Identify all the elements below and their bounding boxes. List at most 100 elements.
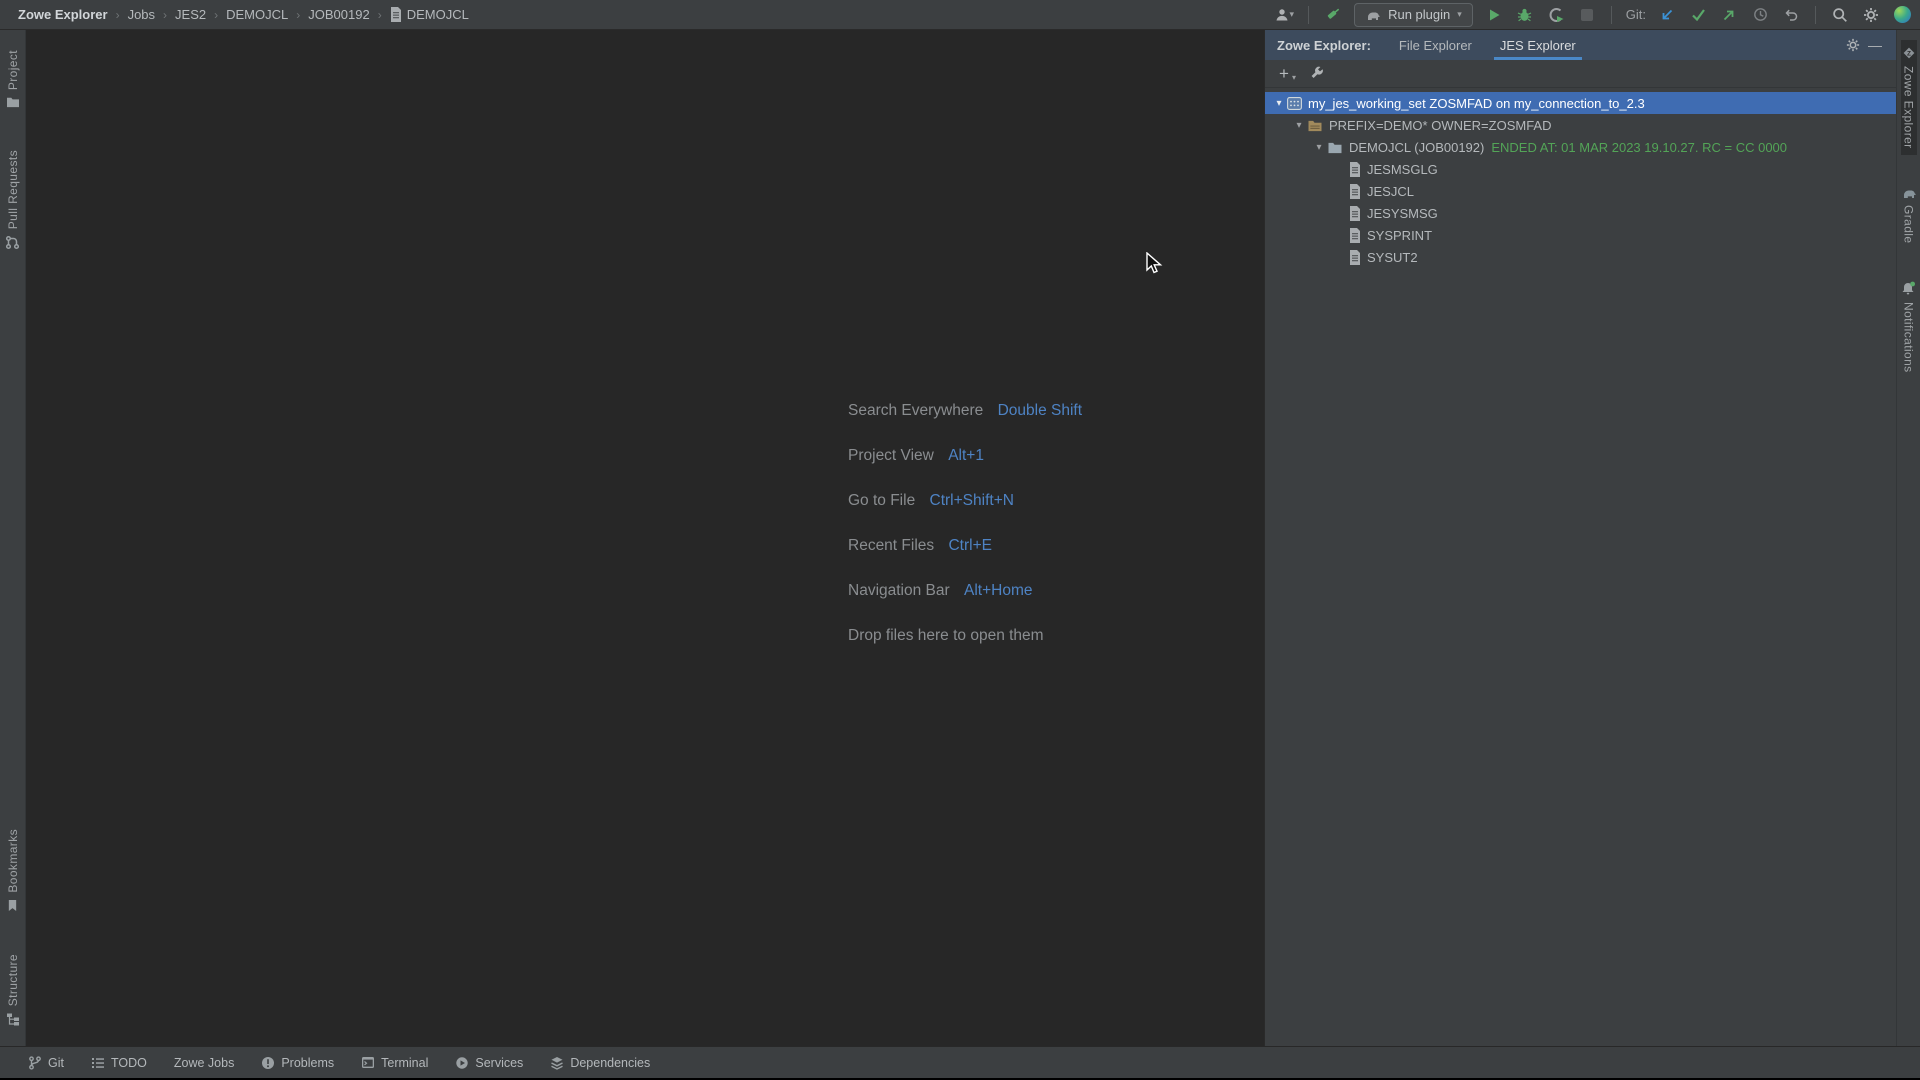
gradient-sphere-icon[interactable]	[1892, 3, 1912, 27]
breadcrumb-item-jobs[interactable]: Jobs	[128, 7, 155, 22]
git-commit-button[interactable]	[1688, 3, 1708, 27]
git-push-button[interactable]	[1719, 3, 1739, 27]
sidebar-item-bookmarks[interactable]: Bookmarks	[6, 823, 20, 918]
run-button[interactable]	[1484, 3, 1504, 27]
hint-label: Project View	[848, 447, 934, 464]
hint-go-to-file: Go to File Ctrl+Shift+N	[848, 492, 1082, 510]
tool-window-options-gear-icon[interactable]	[1842, 34, 1864, 56]
spool-file-label: JESMSGLG	[1367, 162, 1438, 177]
tree-row-spool-sysprint[interactable]: SYSPRINT	[1265, 224, 1896, 246]
statusbar-item-terminal[interactable]: Terminal	[361, 1056, 428, 1070]
history-clock-icon[interactable]	[1750, 3, 1770, 27]
statusbar-label: Git	[48, 1056, 64, 1070]
toolbar-actions: ▾ Run plugin ▾ Git:	[1274, 3, 1920, 27]
notifications-bell-icon	[1901, 281, 1916, 296]
statusbar-item-zowe-jobs[interactable]: Zowe Jobs	[174, 1056, 234, 1070]
breadcrumb-item-jes2[interactable]: JES2	[175, 7, 206, 22]
spool-file-icon	[1349, 206, 1361, 221]
hint-shortcut: Ctrl+Shift+N	[930, 492, 1014, 509]
statusbar-item-problems[interactable]: Problems	[261, 1056, 334, 1070]
left-stripe-bottom-group: Bookmarks Structure	[6, 809, 20, 1046]
tool-window-title: Zowe Explorer:	[1277, 38, 1371, 53]
jes-explorer-tree: ▾ my_jes_working_set ZOSMFAD on my_conne…	[1265, 88, 1896, 1046]
right-stripe-top-group: Z Zowe Explorer Gradle Notifications	[1901, 30, 1917, 393]
breadcrumb-separator: ›	[116, 8, 120, 22]
left-tool-window-stripe: Project Pull Requests Bookmarks Structur…	[0, 30, 26, 1046]
statusbar-label: TODO	[111, 1056, 147, 1070]
sidebar-item-gradle[interactable]: Gradle	[1901, 181, 1917, 249]
run-with-coverage-button[interactable]	[1546, 3, 1566, 27]
spool-file-icon	[1349, 228, 1361, 243]
settings-gear-icon[interactable]	[1861, 3, 1881, 27]
breadcrumb-item-zowe-explorer[interactable]: Zowe Explorer	[18, 7, 108, 22]
run-configuration-selector[interactable]: Run plugin ▾	[1354, 3, 1473, 27]
breadcrumb-separator: ›	[378, 8, 382, 22]
statusbar-item-todo[interactable]: TODO	[91, 1056, 147, 1070]
chevron-down-icon: ▾	[1290, 9, 1295, 20]
sidebar-item-pull-requests[interactable]: Pull Requests	[5, 144, 20, 256]
svg-text:Z: Z	[1907, 50, 1911, 57]
notifications-tab-label: Notifications	[1902, 302, 1916, 373]
tree-row-spool-jesysmsg[interactable]: JESYSMSG	[1265, 202, 1896, 224]
job-status-badge: ENDED AT: 01 MAR 2023 19.10.27. RC = CC …	[1491, 140, 1787, 155]
statusbar-label: Zowe Jobs	[174, 1056, 234, 1070]
chevron-down-icon: ▾	[1292, 71, 1296, 85]
search-everywhere-icon[interactable]	[1830, 3, 1850, 27]
hint-shortcut: Alt+1	[948, 447, 984, 464]
tab-jes-explorer[interactable]: JES Explorer	[1494, 30, 1582, 60]
gradle-tab-label: Gradle	[1902, 205, 1916, 243]
git-update-button[interactable]	[1657, 3, 1677, 27]
chevron-down-icon[interactable]: ▾	[1271, 98, 1287, 109]
tree-row-working-set[interactable]: ▾ my_jes_working_set ZOSMFAD on my_conne…	[1265, 92, 1896, 114]
tree-row-job-demojcl[interactable]: ▾ DEMOJCL (JOB00192) ENDED AT: 01 MAR 20…	[1265, 136, 1896, 158]
sidebar-item-zowe-explorer[interactable]: Z Zowe Explorer	[1901, 40, 1917, 155]
services-icon	[455, 1056, 469, 1070]
git-section-label: Git:	[1626, 7, 1646, 22]
build-hammer-icon[interactable]	[1323, 3, 1343, 27]
breadcrumb-item-job00192[interactable]: JOB00192	[308, 7, 369, 22]
folder-icon	[6, 96, 20, 108]
spool-file-label: SYSPRINT	[1367, 228, 1432, 243]
toolbar-divider	[1308, 6, 1309, 24]
rollback-icon[interactable]	[1781, 3, 1801, 27]
structure-icon	[6, 1012, 20, 1026]
spool-file-icon	[1349, 250, 1361, 265]
main-area: Project Pull Requests Bookmarks Structur…	[0, 30, 1920, 1046]
chevron-down-icon[interactable]: ▾	[1291, 120, 1307, 131]
tree-row-spool-jesjcl[interactable]: JESJCL	[1265, 180, 1896, 202]
add-working-set-button[interactable]: +▾	[1275, 67, 1293, 81]
problems-icon	[261, 1056, 275, 1070]
sidebar-item-structure[interactable]: Structure	[6, 948, 20, 1032]
hint-label: Recent Files	[848, 537, 934, 554]
tree-row-spool-jesmsglg[interactable]: JESMSGLG	[1265, 158, 1896, 180]
breadcrumb-item-demojcl-file[interactable]: DEMOJCL	[407, 7, 469, 22]
pull-requests-tab-label: Pull Requests	[6, 150, 20, 229]
statusbar-label: Problems	[281, 1056, 334, 1070]
dependencies-layers-icon	[550, 1056, 564, 1070]
hint-shortcut: Double Shift	[998, 402, 1082, 419]
hint-label: Search Everywhere	[848, 402, 983, 419]
zowe-explorer-tool-window: Zowe Explorer: File Explorer JES Explore…	[1264, 30, 1896, 1046]
statusbar-item-dependencies[interactable]: Dependencies	[550, 1056, 650, 1070]
stop-button[interactable]	[1577, 3, 1597, 27]
bookmarks-tab-label: Bookmarks	[6, 829, 20, 893]
user-account-icon[interactable]: ▾	[1274, 3, 1295, 27]
minimize-icon[interactable]: —	[1864, 34, 1886, 56]
tool-window-header: Zowe Explorer: File Explorer JES Explore…	[1265, 30, 1896, 60]
tree-row-spool-sysut2[interactable]: SYSUT2	[1265, 246, 1896, 268]
left-stripe-top-group: Project Pull Requests	[5, 30, 20, 270]
jes-explorer-toolbar: +▾	[1265, 60, 1896, 88]
sidebar-item-project[interactable]: Project	[5, 44, 20, 114]
tab-file-explorer[interactable]: File Explorer	[1393, 30, 1478, 60]
edit-wrench-icon[interactable]	[1305, 63, 1327, 85]
statusbar-item-git[interactable]: Git	[28, 1056, 64, 1070]
chevron-down-icon[interactable]: ▾	[1311, 142, 1327, 153]
ide-window: Zowe Explorer › Jobs › JES2 › DEMOJCL › …	[0, 0, 1920, 1080]
statusbar-item-services[interactable]: Services	[455, 1056, 523, 1070]
breadcrumb-item-demojcl[interactable]: DEMOJCL	[226, 7, 288, 22]
debug-button[interactable]	[1515, 3, 1535, 27]
sidebar-item-notifications[interactable]: Notifications	[1901, 275, 1917, 379]
spool-file-label: JESJCL	[1367, 184, 1414, 199]
run-configuration-label: Run plugin	[1388, 7, 1450, 22]
tree-row-prefix-filter[interactable]: ▾ PREFIX=DEMO* OWNER=ZOSMFAD	[1265, 114, 1896, 136]
